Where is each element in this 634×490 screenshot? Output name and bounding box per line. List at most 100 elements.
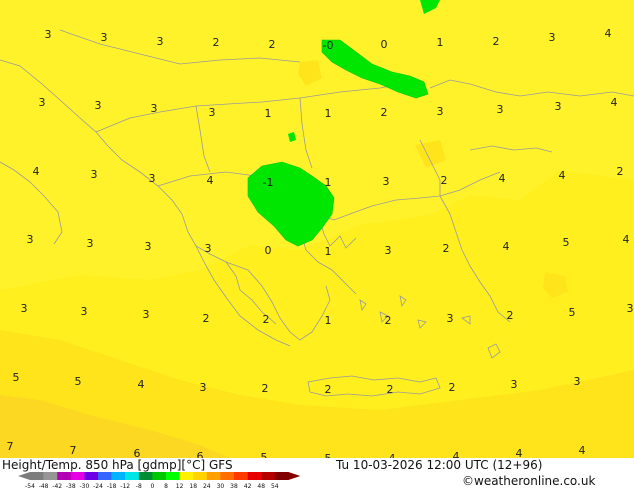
temperature-label: 3	[447, 312, 454, 325]
colorbar-swatch	[166, 472, 180, 480]
temperature-label: 1	[437, 36, 444, 49]
colorbar-swatch	[70, 472, 85, 480]
temperature-label: 2	[213, 36, 220, 49]
temperature-label: 3	[95, 99, 102, 112]
temperature-label: 2	[203, 312, 210, 325]
temperature-label: 3	[200, 381, 207, 394]
colorbar-swatch	[274, 472, 289, 480]
temperature-label: 4	[453, 450, 460, 458]
temperature-label: 1	[265, 107, 272, 120]
temperature-label: 2	[617, 165, 624, 178]
colorbar-tick-label: 42	[244, 483, 252, 490]
temperature-label: 5	[563, 236, 570, 249]
temperature-label: -0	[323, 39, 334, 52]
temperature-label: 3	[145, 240, 152, 253]
colorbar-swatch	[57, 472, 71, 480]
temperature-label: 4	[138, 378, 145, 391]
colorbar: -54 -48 -42 -38 -30 -24 -18 -12 -8 0 8 12 18 24 30 38 42…	[18, 472, 300, 490]
temperature-label: 3	[27, 233, 34, 246]
colorbar-swatch	[111, 472, 126, 480]
colorbar-tick-label: -18	[107, 483, 117, 490]
valid-datetime: Tu 10-03-2026 12:00 UTC (12+96)	[336, 458, 543, 472]
temperature-label: 2	[263, 313, 270, 326]
colorbar-tick-label: 12	[176, 483, 184, 490]
colorbar-tick-label: -42	[52, 483, 62, 490]
temperature-label: 3	[205, 242, 212, 255]
temperature-label: 1	[325, 314, 332, 327]
weather-map: 3 3 3 2 2 -0 0 1 2 3 4 3 3 3 3 1 1 2 3 3 3 4 4 3 3 4 -1 1 3 2 4 4 2 3 3 3 3 0…	[0, 0, 634, 458]
colorbar-swatch	[152, 472, 167, 480]
colorbar-tick-label: -48	[39, 483, 49, 490]
colorbar-tick-label: -24	[93, 483, 103, 490]
colorbar-tick-label: 8	[164, 483, 168, 490]
colorbar-swatch	[261, 472, 275, 480]
colorbar-tick-label: 30	[217, 483, 225, 490]
temperature-label: 3	[157, 35, 164, 48]
temperature-label: 3	[143, 308, 150, 321]
temperature-label: 3	[555, 100, 562, 113]
temperature-label: 2	[262, 382, 269, 395]
temperature-label: 7	[70, 444, 77, 457]
colorbar-swatch	[98, 472, 112, 480]
temperature-label: 3	[21, 302, 28, 315]
colorbar-tick-label: -30	[79, 483, 89, 490]
temperature-label: -1	[263, 176, 274, 189]
colorbar-tick-label: -38	[66, 483, 76, 490]
temperature-label: 3	[149, 172, 156, 185]
temperature-label: 3	[437, 105, 444, 118]
temperature-label: 4	[503, 240, 510, 253]
temperature-label: 3	[151, 102, 158, 115]
temperature-label: 1	[325, 176, 332, 189]
colorbar-tick-label: 48	[257, 483, 265, 490]
colorbar-tick-label: -8	[136, 483, 142, 490]
colorbar-tick-label: 0	[150, 483, 154, 490]
temperature-label: 5	[569, 306, 576, 319]
temperature-label: 2	[493, 35, 500, 48]
temperature-label: 1	[325, 107, 332, 120]
temperature-label: 2	[449, 381, 456, 394]
temperature-label: 2	[441, 174, 448, 187]
temperature-label: 2	[385, 314, 392, 327]
colorbar-tick-label: -12	[120, 483, 130, 490]
temperature-label: 0	[265, 244, 272, 257]
temperature-label: 3	[101, 31, 108, 44]
colorbar-tick-label: 54	[271, 483, 279, 490]
temperature-label: 0	[381, 38, 388, 51]
temperature-label: 3	[497, 103, 504, 116]
temperature-label: 4	[499, 172, 506, 185]
colorbar-tick-label: 18	[189, 483, 197, 490]
temperature-label: 3	[627, 302, 634, 315]
temperature-label: 4	[579, 444, 586, 457]
temperature-label: 3	[209, 106, 216, 119]
temperature-label: 3	[81, 305, 88, 318]
colorbar-tick-label: 24	[203, 483, 211, 490]
temperature-label: 5	[75, 375, 82, 388]
colorbar-tick-label: 38	[230, 483, 238, 490]
temperature-label: 5	[13, 371, 20, 384]
colorbar-arrow-left	[18, 472, 30, 480]
temperature-label: 7	[7, 440, 14, 453]
colorbar-swatch	[179, 472, 194, 480]
credit-link[interactable]: ©weatheronline.co.uk	[462, 474, 595, 488]
temperature-label: 2	[443, 242, 450, 255]
temperature-label: 3	[87, 237, 94, 250]
colorbar-swatch	[220, 472, 235, 480]
temperature-label: 4	[559, 169, 566, 182]
temperature-label: 2	[507, 309, 514, 322]
temperature-label: 3	[385, 244, 392, 257]
temperature-label: 2	[381, 106, 388, 119]
temperature-label: 2	[325, 383, 332, 396]
colorbar-arrow-right	[288, 472, 300, 480]
colorbar-swatch	[125, 472, 139, 480]
temperature-label: 4	[207, 174, 214, 187]
colorbar-swatch	[247, 472, 262, 480]
temperature-label: 3	[39, 96, 46, 109]
colorbar-swatch	[206, 472, 221, 480]
colorbar-swatch	[43, 472, 58, 480]
colorbar-swatch	[234, 472, 248, 480]
temperature-label: 1	[325, 245, 332, 258]
temperature-label: 4	[33, 165, 40, 178]
temperature-label: 4	[623, 233, 630, 246]
temperature-label: 5	[261, 451, 268, 458]
temperature-label: 3	[549, 31, 556, 44]
